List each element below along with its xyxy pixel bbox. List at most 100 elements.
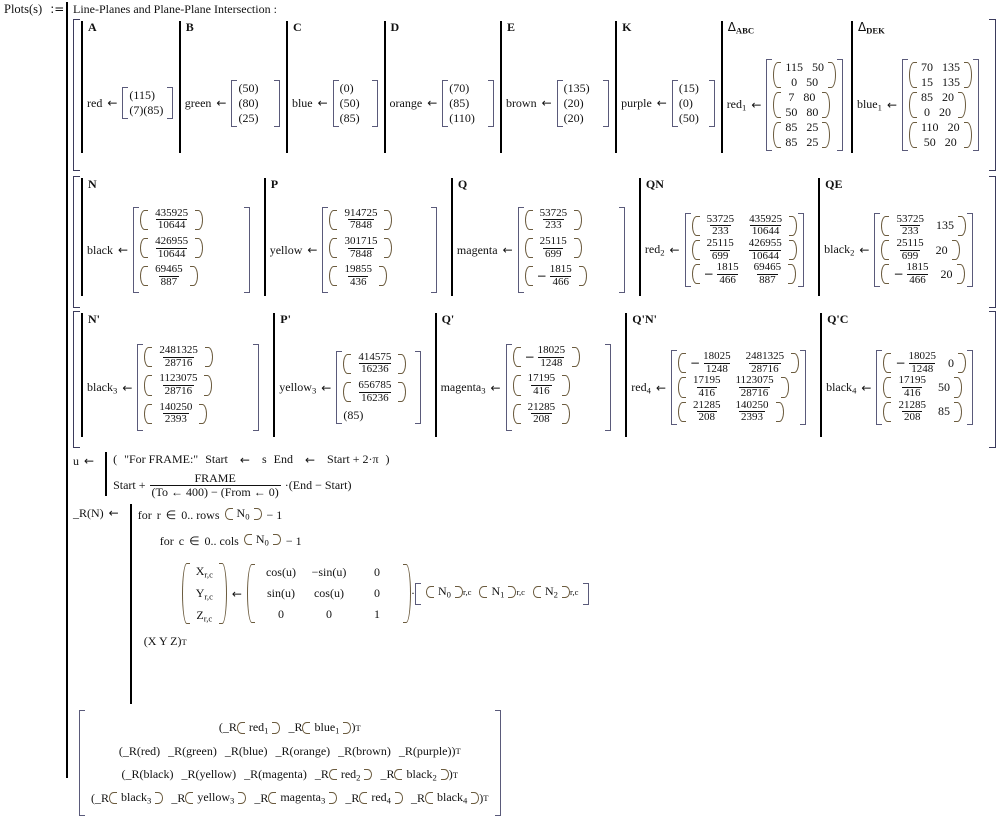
result-bracket: (_R red1 _R blue1) T(_R(red) _R(green) _R(blue… bbox=[79, 710, 501, 816]
function-call: _R black4 bbox=[411, 790, 480, 806]
paren-open bbox=[144, 345, 153, 369]
vector-row: 426955 10644 bbox=[148, 235, 195, 260]
matrix-entry: 7 bbox=[788, 89, 795, 104]
vector-row: 25115 699 20 bbox=[889, 237, 951, 262]
transpose-superscript: T bbox=[483, 793, 489, 804]
vector-entry: (80) bbox=[238, 95, 259, 110]
vector-row: N0 bbox=[434, 584, 455, 600]
paren-close bbox=[384, 236, 393, 260]
vector-name-red2: red2 bbox=[644, 242, 665, 258]
fraction-numerator: 17195 bbox=[693, 374, 721, 387]
paren-close bbox=[573, 236, 582, 260]
vector-entry: (50) bbox=[339, 95, 360, 110]
element-of: ∈ bbox=[189, 534, 200, 549]
main-program-bar bbox=[66, 2, 68, 778]
fraction-denominator: 466 bbox=[907, 273, 928, 286]
fraction-value: 53725 233 bbox=[704, 213, 738, 238]
paren-close bbox=[329, 790, 338, 806]
loop-tail: − 1 bbox=[285, 534, 302, 549]
vector-row: 85 25 bbox=[781, 135, 822, 150]
matrix-entry: 80 bbox=[806, 104, 819, 119]
u-name: u bbox=[73, 454, 79, 468]
cell-expression: yellow3 ← 414575 16236 656785 16236 (85) bbox=[279, 325, 421, 446]
matrix-entry: 50 bbox=[937, 380, 950, 394]
fraction-denominator: 233 bbox=[543, 219, 564, 232]
vector-row: −18025 1248 0 bbox=[891, 351, 958, 375]
minus-sign: − bbox=[703, 267, 714, 282]
cell-tag: N bbox=[88, 177, 97, 191]
matrix-bracket: 70 135 15 135 85 20 0 20 110 20 50 20 bbox=[902, 58, 979, 151]
vector-row: N0 r,c bbox=[422, 584, 476, 605]
rotation-assignment: Xr,c Yr,c Zr,c ← cos(u) −sin(u) 0 sin(u) cos(u) 0… bbox=[181, 561, 590, 626]
vector-row: 25115 699 bbox=[524, 235, 582, 263]
vector-row: 656785 16236 bbox=[343, 379, 407, 407]
paren-open bbox=[909, 60, 917, 90]
cell-tag: E bbox=[506, 20, 515, 34]
vector-row: yellow3 bbox=[193, 790, 238, 806]
cell-tag: C bbox=[292, 20, 302, 34]
definition-cell-QN: QN red2 ← 53725 233 435925 10644 25115 699 426955… bbox=[638, 178, 804, 306]
matrix-entry: 0 bbox=[277, 607, 284, 622]
vector-row: −1815 466 69465 887 bbox=[700, 261, 789, 286]
fraction-denominator: 466 bbox=[717, 273, 738, 286]
cell-vertical-bar bbox=[383, 21, 386, 153]
matrix-pair: 115 50 0 50 bbox=[773, 60, 836, 90]
assign-arrow: ← bbox=[859, 243, 870, 257]
paren-open bbox=[246, 562, 255, 625]
fraction-denominator: 416 bbox=[901, 387, 923, 399]
cell-vertical-bar bbox=[818, 178, 821, 296]
subscript: 4 bbox=[852, 385, 857, 396]
matrix-bracket: −18025 1248 2481325 28716 17195 416 1123075 287… bbox=[671, 350, 807, 425]
assign-arrow: ← bbox=[427, 96, 438, 110]
vector-entry: (50) bbox=[678, 110, 699, 125]
assign-arrow: ← bbox=[108, 506, 119, 521]
fraction-numerator: 2481325 bbox=[159, 344, 198, 357]
paren-wrap: 435925 10644 bbox=[140, 207, 204, 232]
fraction-denominator: 28716 bbox=[738, 387, 771, 399]
fraction-value: 21285 208 bbox=[525, 400, 559, 426]
matrix-entry: 20 bbox=[944, 134, 957, 149]
paren-close bbox=[272, 720, 281, 736]
function-call: _R(red) bbox=[122, 743, 161, 758]
vector-row: 70 135 bbox=[917, 60, 964, 75]
vector-name-purple: purple bbox=[621, 95, 652, 110]
paren-close bbox=[572, 345, 581, 369]
fraction-value: 426955 10644 bbox=[152, 235, 191, 260]
matrix-entry: 20 bbox=[940, 266, 953, 281]
matrix-entry: 20 bbox=[935, 242, 948, 257]
minus-sign: − bbox=[690, 356, 701, 371]
vector-row: (85) bbox=[143, 103, 163, 117]
paren-close bbox=[963, 120, 972, 150]
paren-wrap: yellow3 bbox=[185, 790, 247, 806]
cell-expression: orange ← (70)(85)(110) bbox=[390, 33, 494, 169]
subscript: 2 bbox=[553, 589, 558, 600]
section-title: Line-Planes and Plane-Plane Intersection… bbox=[73, 2, 277, 16]
matrix-bracket: 435925 10644 426955 10644 69465 887 bbox=[133, 206, 250, 294]
paren-open bbox=[524, 208, 533, 232]
paren-close bbox=[272, 532, 281, 548]
vector-row: (0) bbox=[679, 96, 693, 110]
paren-wrap: blue1 bbox=[302, 720, 352, 736]
fraction-denominator: 2393 bbox=[739, 411, 765, 424]
cell-vertical-bar bbox=[450, 178, 453, 296]
function-call: _R red4 bbox=[345, 790, 403, 806]
definition-name: Plots(s) bbox=[4, 2, 43, 16]
vector-name-brown: brown bbox=[505, 95, 537, 110]
cell-tag: D bbox=[390, 20, 400, 34]
fraction-numerator: 21285 bbox=[527, 400, 556, 413]
paren-close bbox=[204, 373, 213, 397]
vector-name-yellow3: yellow3 bbox=[279, 379, 317, 396]
function-call: _R black3 bbox=[95, 790, 164, 806]
function-call: _R magenta3 bbox=[254, 790, 338, 806]
vector-row: 69465 887 bbox=[140, 263, 198, 291]
row-3-band: N' black3 ← 2481325 28716 1123075 28716 140250 2… bbox=[73, 311, 996, 448]
fraction-denominator: 208 bbox=[901, 411, 923, 424]
fraction-denominator: 1248 bbox=[538, 356, 565, 369]
fraction-value: 17195 416 bbox=[690, 375, 724, 399]
matrix-entry: 0 bbox=[791, 74, 798, 89]
call-argument: red1 bbox=[248, 720, 269, 736]
transpose-superscript: T bbox=[455, 746, 461, 757]
vector-row: (25) bbox=[238, 111, 258, 125]
paren-open bbox=[359, 790, 368, 806]
paren-open bbox=[773, 90, 782, 120]
